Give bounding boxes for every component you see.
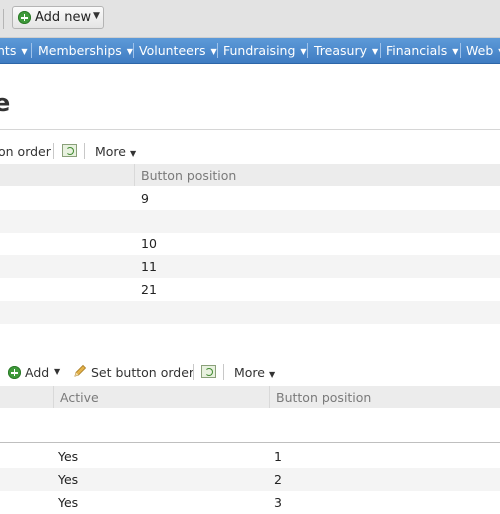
chevron-down-icon: ▼ [372,47,379,56]
pencil-icon [74,364,87,377]
toolbar-divider [223,364,224,380]
more-menu-button[interactable]: More ▼ [234,365,275,380]
nav-item-web[interactable]: Web▼ [466,38,500,63]
table-row[interactable] [0,301,500,324]
table-row[interactable]: 10 [0,232,500,255]
table-row[interactable] [0,210,500,233]
add-label: Add [25,365,50,380]
title-divider [0,129,500,130]
add-new-button[interactable]: Add new ▼ [12,6,104,29]
button-position-cell: 21 [141,282,157,297]
chevron-down-icon: ▼ [268,370,276,379]
button-position-cell: 2 [274,472,282,487]
nav-divider [217,43,218,58]
column-header-button-position[interactable]: Button position [276,390,371,405]
nav-item-treasury[interactable]: Treasury ▼ [314,38,378,63]
page-title: e [0,89,11,117]
main-navigation: nts ▼ Memberships ▼ Volunteers ▼ Fundraisin… [0,38,500,64]
chevron-down-icon: ▼ [54,367,61,376]
nav-divider [31,43,32,58]
grid-header: Active Button position [0,386,500,408]
more-menu-button[interactable]: More ▼ [95,144,136,159]
active-cell: Yes [58,495,79,510]
chevron-down-icon: ▼ [452,47,459,56]
column-header-button-position[interactable]: Button position [141,168,236,183]
chevron-down-icon: ▼ [126,47,133,56]
column-divider [134,164,135,186]
active-cell: Yes [58,449,79,464]
toolbar-divider [84,143,85,159]
column-divider [269,386,270,408]
nav-item-volunteers[interactable]: Volunteers ▼ [139,38,217,63]
chevron-down-icon: ▼ [300,47,307,56]
button-position-cell: 9 [141,191,149,206]
nav-item-financials[interactable]: Financials ▼ [386,38,458,63]
add-circle-icon [8,366,21,379]
nav-item-memberships[interactable]: Memberships ▼ [38,38,133,63]
add-circle-icon [18,11,31,24]
set-button-order-label: Set button order [91,365,195,380]
chevron-down-icon: ▼ [21,47,28,56]
nav-divider [380,43,381,58]
nav-divider [133,43,134,58]
column-header-active[interactable]: Active [60,390,99,405]
button-position-cell: 11 [141,259,157,274]
refresh-icon[interactable] [62,144,77,157]
add-new-label: Add new [35,10,92,25]
more-label: More [95,144,126,159]
nav-item-events[interactable]: nts ▼ [0,38,28,63]
table-row[interactable]: Yes 3 [0,491,500,514]
chevron-down-icon: ▼ [93,11,100,21]
button-position-cell: 10 [141,236,157,251]
set-button-order-button[interactable]: on order [0,144,51,159]
table-row[interactable]: 11 [0,255,500,278]
toolbar-divider [53,143,54,159]
table-row[interactable]: 21 [0,278,500,301]
toolbar-divider [3,9,4,29]
nav-item-fundraising[interactable]: Fundraising ▼ [223,38,307,63]
chevron-down-icon: ▼ [129,149,137,158]
column-divider [53,386,54,408]
active-cell: Yes [58,472,79,487]
chevron-down-icon: ▼ [210,47,217,56]
top-toolbar: Add new ▼ [0,0,500,38]
toolbar-divider [193,364,194,380]
grid-divider [0,442,500,443]
nav-divider [460,43,461,58]
button-position-cell: 1 [274,449,282,464]
refresh-icon[interactable] [201,365,216,378]
table-row[interactable]: Yes 2 [0,468,500,491]
table-row[interactable]: Yes 1 [0,445,500,468]
table-row[interactable]: 9 [0,187,500,210]
more-label: More [234,365,265,380]
nav-divider [307,43,308,58]
grid-header: Button position [0,164,500,186]
button-position-cell: 3 [274,495,282,510]
